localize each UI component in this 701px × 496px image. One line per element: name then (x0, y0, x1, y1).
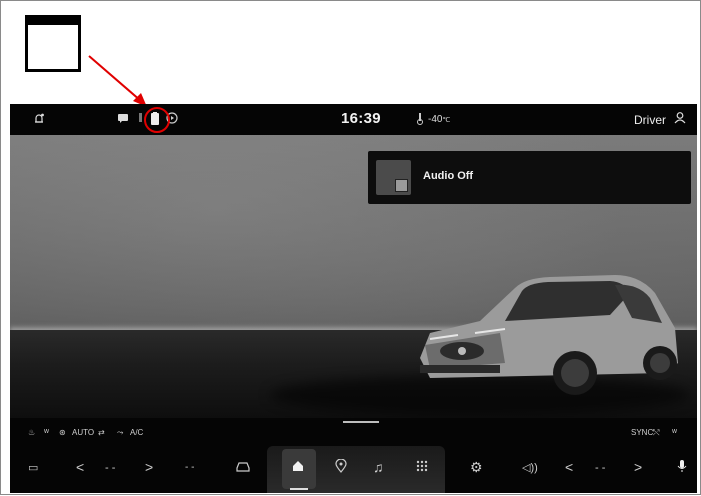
car-icon (420, 275, 678, 395)
highlight-circle (144, 107, 170, 133)
fan-level[interactable]: - - (185, 462, 194, 473)
driver-label[interactable]: Driver (634, 113, 666, 127)
audio-source-icon (395, 179, 408, 192)
right-temp-down-button[interactable]: < (565, 459, 573, 475)
infotainment-screen: 16:39 -40℃ Driver Audio Off ♨ ᵂ ⊛ AUTO ⇄… (10, 104, 697, 493)
gear-icon[interactable]: ⚙ (470, 459, 483, 476)
front-defrost-icon[interactable]: ⊛ (59, 428, 66, 437)
left-temp-value: - - (105, 462, 116, 474)
person-icon[interactable] (673, 111, 687, 130)
airflow-icon[interactable]: ⤳ (117, 428, 123, 438)
map-pin-icon[interactable] (335, 458, 347, 476)
clock: 16:39 (341, 110, 381, 127)
bottom-nav: ▭ < - - > - - ♫ ⚙ ◁)) < - - > (10, 446, 697, 493)
sync-button[interactable]: SYNC (631, 428, 653, 437)
seat-heat-icon[interactable]: ᵂ (44, 428, 49, 437)
thermometer-icon (416, 112, 424, 128)
bell-icon[interactable] (32, 112, 46, 126)
volume-icon[interactable]: ◁)) (522, 461, 538, 474)
screenshot-frame: 16:39 -40℃ Driver Audio Off ♨ ᵂ ⊛ AUTO ⇄… (0, 0, 701, 495)
drawer-handle[interactable] (343, 421, 379, 423)
music-note-icon[interactable]: ♫ (373, 459, 384, 475)
message-icon[interactable] (116, 112, 130, 126)
right-temp-value: - - (595, 462, 606, 474)
home-scene: Audio Off (10, 135, 697, 432)
car-icon[interactable] (235, 459, 251, 476)
home-active-indicator (290, 488, 308, 490)
outside-temperature: -40℃ (428, 114, 450, 125)
passenger-seat-heat-icon[interactable]: ᵂ (672, 428, 677, 437)
callout-window-icon (25, 15, 81, 72)
left-temp-up-button[interactable]: > (145, 459, 153, 475)
auto-climate-button[interactable]: AUTO (72, 428, 94, 437)
home-icon[interactable] (291, 459, 305, 476)
temperature-unit: ℃ (442, 117, 451, 124)
microphone-icon[interactable] (677, 459, 687, 476)
audio-status-label: Audio Off (423, 170, 474, 182)
passenger-airflow-icon[interactable]: ⤲ (653, 428, 659, 438)
right-temp-up-button[interactable]: > (634, 459, 642, 475)
temperature-value: -40 (428, 114, 443, 125)
ac-button[interactable]: A/C (130, 428, 143, 437)
status-bar: 16:39 -40℃ Driver (10, 104, 697, 135)
seat-icon[interactable]: ▭ (28, 461, 38, 474)
rear-defrost-icon[interactable]: ♨ (28, 428, 35, 437)
recirculation-icon[interactable]: ⇄ (98, 428, 105, 437)
climate-bar: ♨ ᵂ ⊛ AUTO ⇄ ⤳ A/C SYNC ⤲ ᵂ (10, 418, 697, 446)
left-temp-down-button[interactable]: < (76, 459, 84, 475)
audio-widget[interactable]: Audio Off (368, 151, 691, 204)
apps-grid-icon[interactable] (416, 459, 428, 475)
